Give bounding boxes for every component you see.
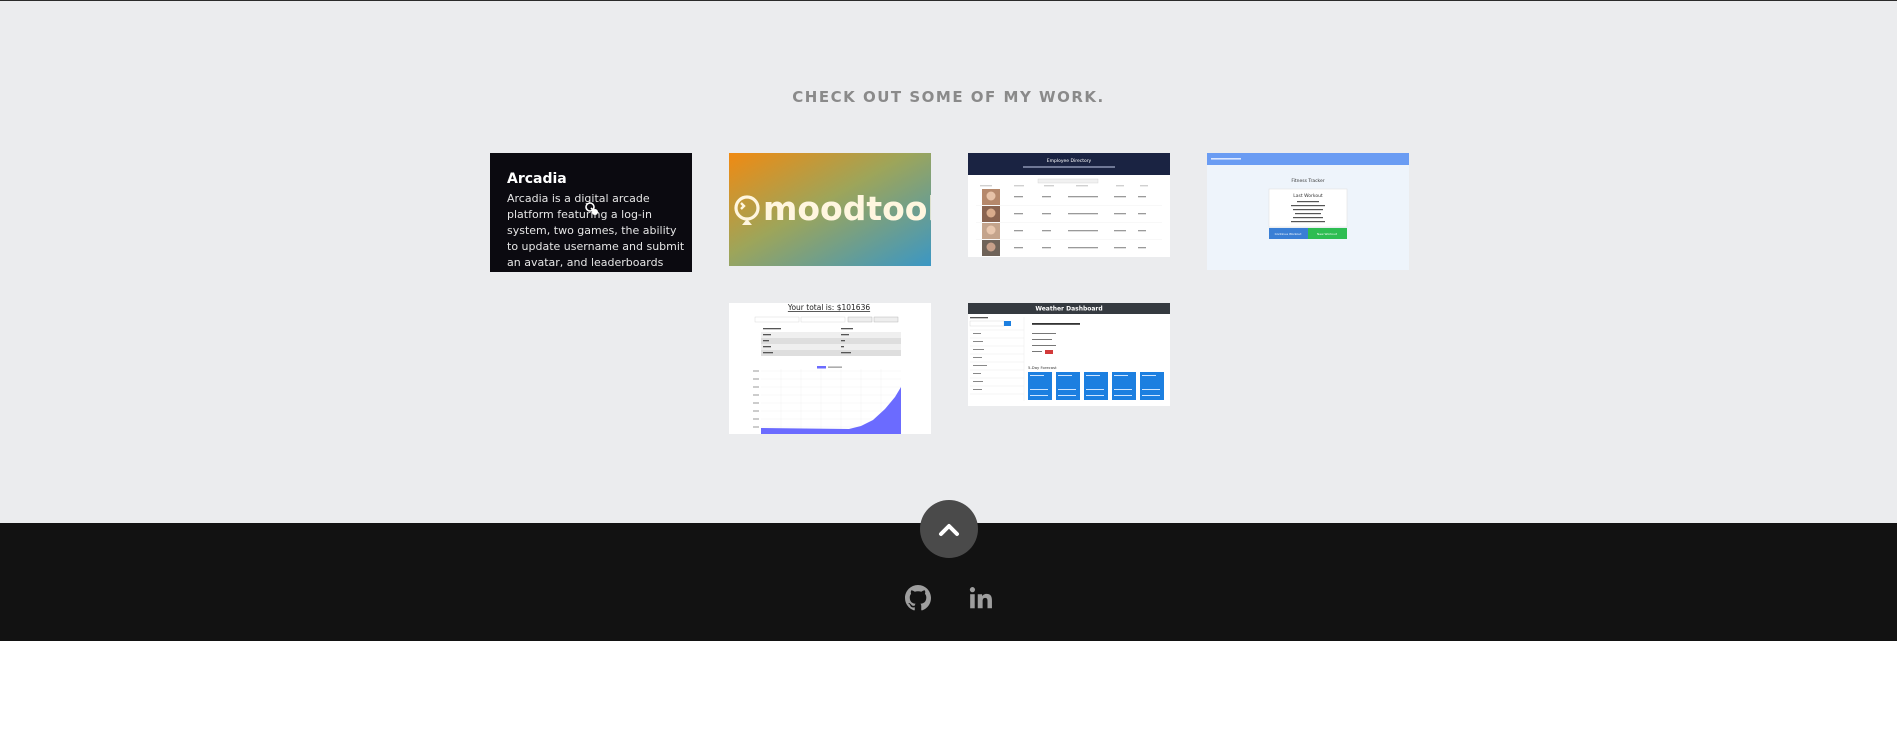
- svg-text:New Workout: New Workout: [1317, 232, 1338, 236]
- project-thumbnail: Weather Dashboard 5-Day Forecast: [968, 303, 1170, 406]
- work-section: CHECK OUT SOME OF MY WORK. Arcadia Arcad…: [0, 1, 1897, 523]
- svg-text:Continue Workout: Continue Workout: [1275, 232, 1303, 236]
- svg-text:5-Day Forecast: 5-Day Forecast: [1028, 365, 1057, 370]
- project-card-weather-dashboard[interactable]: Weather Dashboard 5-Day Forecast: [968, 303, 1170, 406]
- svg-text:Fitness Tracker: Fitness Tracker: [1291, 178, 1324, 184]
- github-icon: [905, 585, 931, 611]
- project-thumbnail: Employee Directory: [968, 153, 1170, 256]
- section-heading: CHECK OUT SOME OF MY WORK.: [792, 88, 1105, 106]
- svg-text:Last Workout: Last Workout: [1293, 193, 1323, 199]
- linkedin-icon: [969, 587, 992, 609]
- svg-text:Employee Directory: Employee Directory: [1047, 158, 1092, 164]
- github-link[interactable]: [904, 584, 932, 612]
- moodtoob-logo-text: moodtoob: [763, 189, 931, 228]
- svg-text:Your total is: $101636: Your total is: $101636: [787, 303, 870, 312]
- project-card-moodtoob[interactable]: moodtoob: [729, 153, 931, 266]
- cursor-icon: [585, 202, 598, 215]
- svg-text:Weather Dashboard: Weather Dashboard: [1035, 306, 1102, 313]
- linkedin-link[interactable]: [967, 584, 995, 612]
- project-title: Arcadia: [507, 171, 567, 187]
- project-card-employee-directory[interactable]: Employee Directory: [968, 153, 1170, 257]
- scroll-to-top-button[interactable]: [920, 500, 978, 558]
- project-thumbnail: moodtoob: [729, 153, 931, 266]
- project-card-fitness-tracker[interactable]: Fitness Tracker Last Workout Continue Wo…: [1207, 153, 1409, 270]
- project-thumbnail: Fitness Tracker Last Workout Continue Wo…: [1207, 153, 1409, 270]
- project-card-budget-tracker[interactable]: Your total is: $101636: [729, 303, 931, 434]
- project-thumbnail: Your total is: $101636: [729, 303, 931, 434]
- project-card-arcadia[interactable]: Arcadia Arcadia is a digital arcade plat…: [490, 153, 692, 272]
- chevron-up-icon: [939, 524, 959, 536]
